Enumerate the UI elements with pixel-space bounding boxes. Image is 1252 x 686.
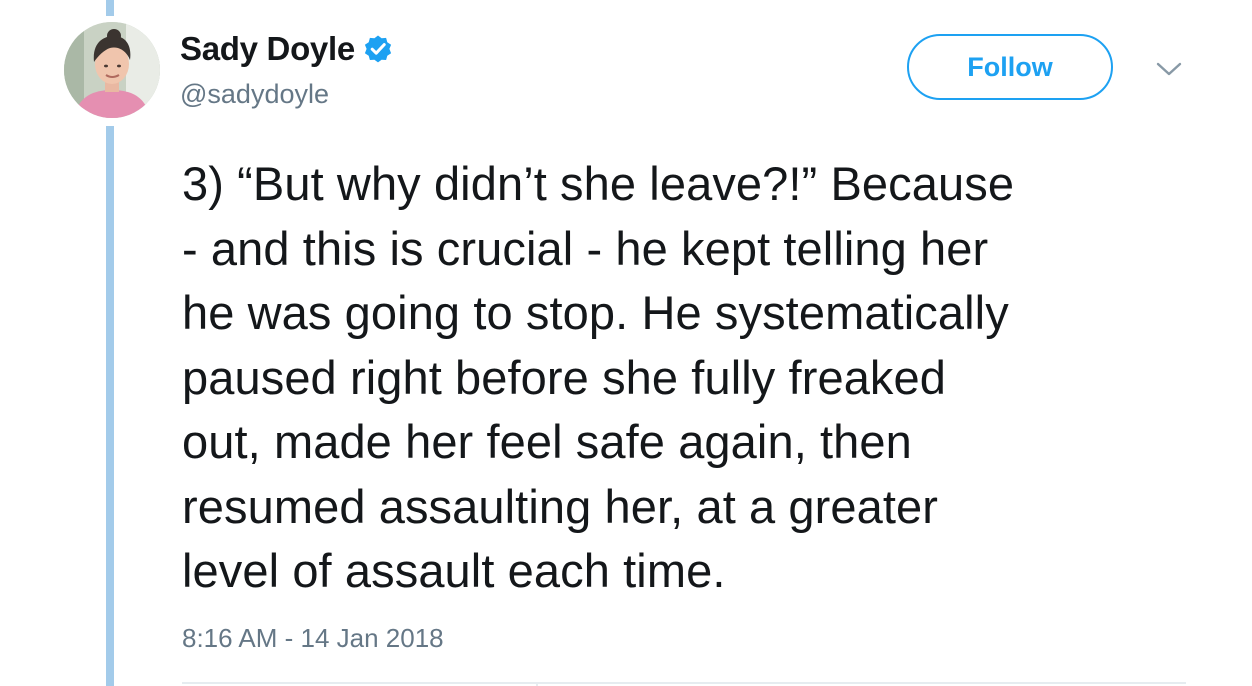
verified-badge-icon [363,34,393,64]
author-name-row: Sady Doyle [180,30,393,68]
author-handle[interactable]: @sadydoyle [180,78,329,110]
thread-connector-line-top [106,0,114,16]
divider [182,682,1186,684]
author-display-name[interactable]: Sady Doyle [180,30,355,68]
tweet-timestamp[interactable]: 8:16 AM - 14 Jan 2018 [182,622,444,654]
divider-tick [536,682,538,686]
profile-photo [64,22,160,118]
follow-button[interactable]: Follow [907,34,1113,100]
chevron-down-icon[interactable] [1154,58,1184,80]
avatar[interactable] [64,22,160,118]
thread-connector-line [106,126,114,686]
tweet-text: 3) “But why didn’t she leave?!” Because … [182,157,1015,597]
